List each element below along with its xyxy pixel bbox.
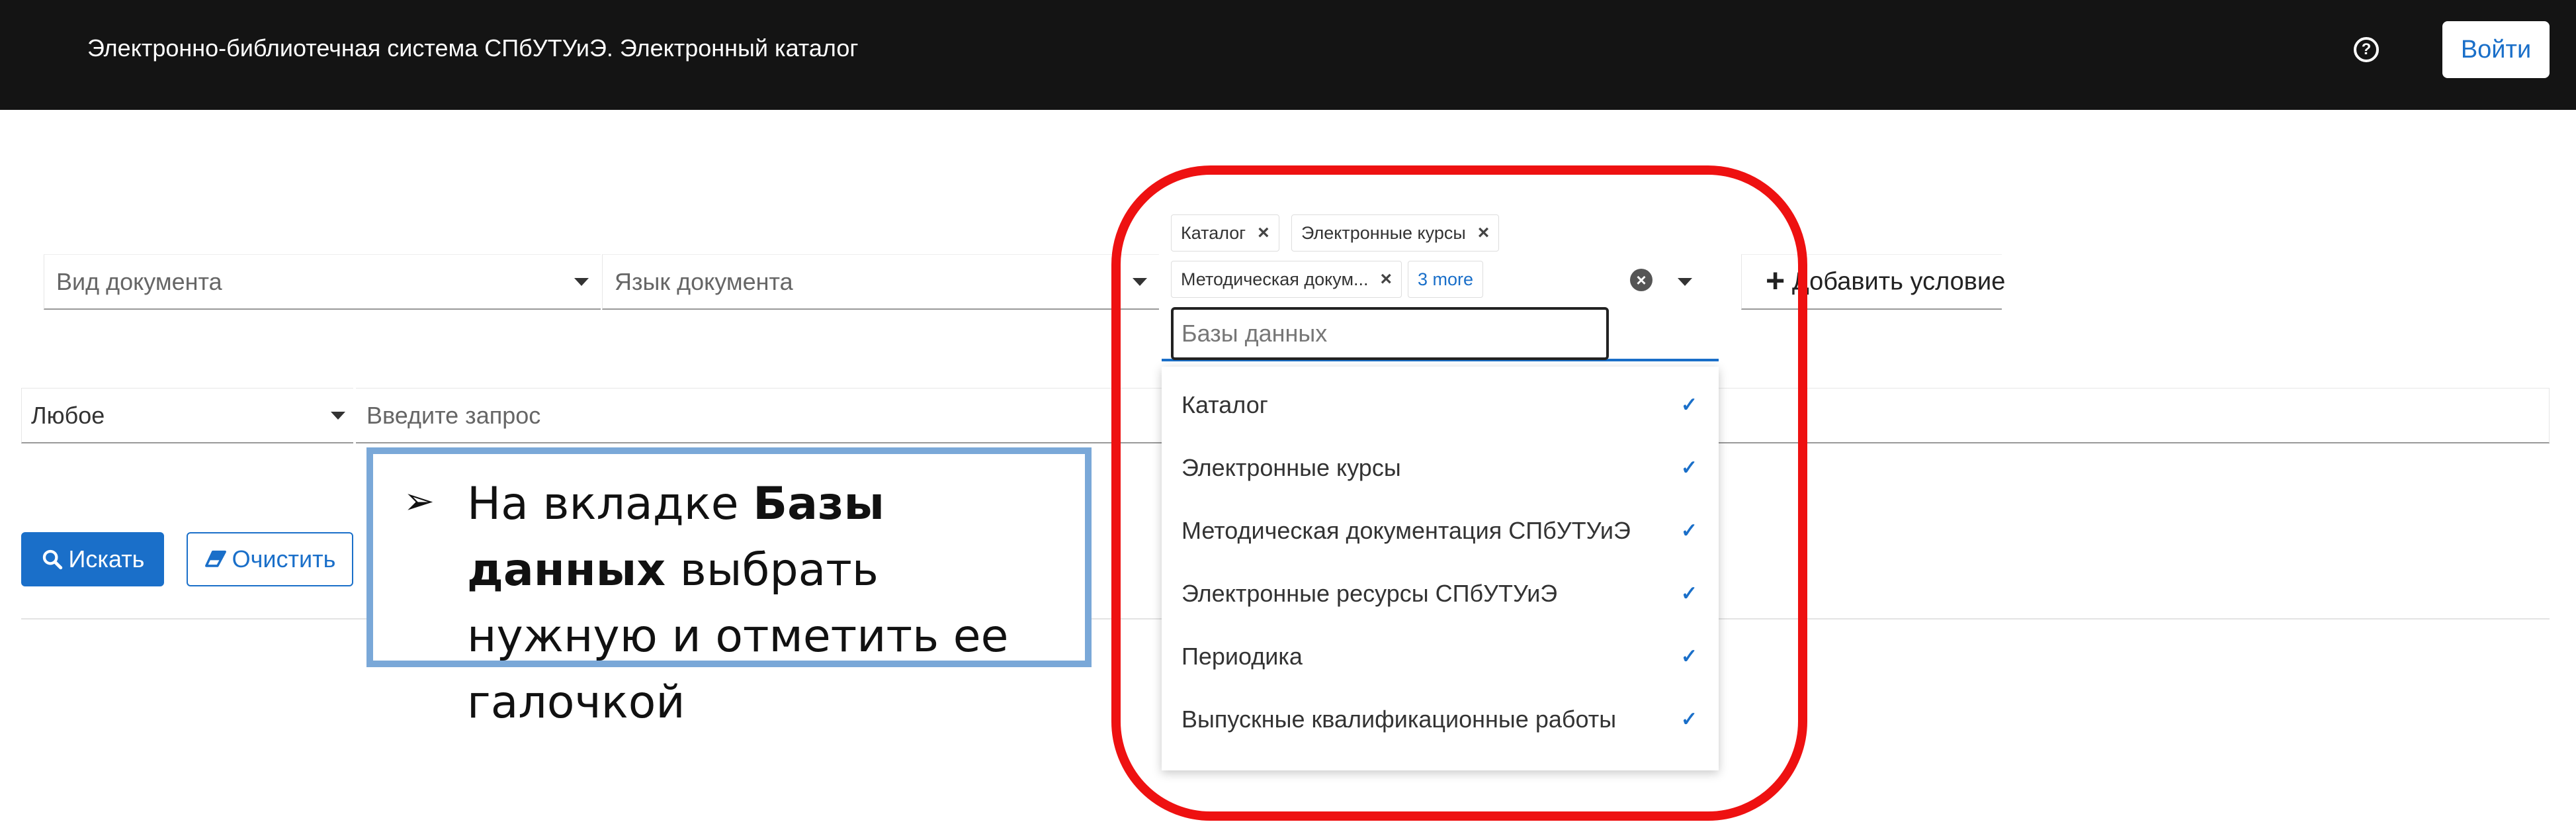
check-icon: ✓ xyxy=(1680,520,1697,541)
option-label: Электронные ресурсы СПбУТУиЭ xyxy=(1181,579,1558,607)
option-methodical-docs[interactable]: Методическая документация СПбУТУиЭ ✓ xyxy=(1162,499,1719,562)
document-language-placeholder: Язык документа xyxy=(615,267,793,295)
option-periodicals[interactable]: Периодика ✓ xyxy=(1162,625,1719,688)
option-label: Периодика xyxy=(1181,642,1303,670)
document-language-select[interactable]: Язык документа xyxy=(602,254,1159,310)
databases-search-input[interactable]: Базы данных xyxy=(1171,307,1609,360)
option-label: Каталог xyxy=(1181,391,1268,418)
more-chips-link[interactable]: 3 more xyxy=(1408,261,1483,298)
caret-down-icon xyxy=(1133,277,1147,286)
databases-dropdown: Каталог ✓ Электронные курсы ✓ Методическ… xyxy=(1162,367,1719,770)
option-catalog[interactable]: Каталог ✓ xyxy=(1162,373,1719,436)
check-icon: ✓ xyxy=(1680,457,1697,479)
option-electronic-courses[interactable]: Электронные курсы ✓ xyxy=(1162,436,1719,499)
plus-icon: + xyxy=(1766,262,1785,299)
search-icon xyxy=(42,549,62,570)
option-electronic-resources[interactable]: Электронные ресурсы СПбУТУиЭ ✓ xyxy=(1162,562,1719,625)
match-mode-value: Любое xyxy=(31,401,105,429)
clear-button-label: Очистить xyxy=(232,545,336,573)
match-mode-select[interactable]: Любое xyxy=(21,388,353,443)
instruction-text: На вкладке Базы данных выбрать нужную и … xyxy=(467,471,1076,736)
option-label: Выпускные квалификационные работы xyxy=(1181,705,1617,733)
check-icon: ✓ xyxy=(1680,708,1697,730)
close-icon[interactable]: × xyxy=(1258,222,1269,244)
check-icon: ✓ xyxy=(1680,582,1697,604)
search-button-label: Искать xyxy=(68,545,145,573)
app-title: Электронно-библиотечная система СПбУТУиЭ… xyxy=(87,34,859,62)
caret-down-icon xyxy=(574,277,589,286)
add-condition-button[interactable]: + Добавить условие xyxy=(1741,254,2006,310)
document-type-placeholder: Вид документа xyxy=(56,267,222,295)
option-label: Методическая документация СПбУТУиЭ xyxy=(1181,516,1631,544)
add-condition-label: Добавить условие xyxy=(1792,267,2006,295)
clear-all-icon[interactable]: × xyxy=(1630,269,1653,291)
databases-placeholder: Базы данных xyxy=(1181,320,1328,347)
check-icon: ✓ xyxy=(1680,645,1697,667)
login-button[interactable]: Войти xyxy=(2442,21,2550,78)
query-placeholder: Введите запрос xyxy=(366,401,541,429)
top-bar: Электронно-библиотечная система СПбУТУиЭ… xyxy=(0,0,2576,110)
caret-down-icon[interactable] xyxy=(1678,278,1692,286)
clear-button[interactable]: Очистить xyxy=(187,532,353,586)
close-icon[interactable]: × xyxy=(1381,268,1393,291)
chip-electronic-courses: Электронные курсы × xyxy=(1291,214,1500,252)
instruction-callout: ➢ На вкладке Базы данных выбрать нужную … xyxy=(366,447,1092,729)
option-label: Электронные курсы xyxy=(1181,453,1401,481)
chip-catalog: Каталог × xyxy=(1171,214,1279,252)
instruction-text-part: На вкладке xyxy=(467,478,753,530)
arrow-bullet-icon: ➢ xyxy=(404,480,435,522)
caret-down-icon xyxy=(331,411,345,420)
chip-label: Электронные курсы xyxy=(1301,222,1466,243)
search-button[interactable]: Искать xyxy=(21,532,164,586)
check-icon: ✓ xyxy=(1680,394,1697,416)
document-type-select[interactable]: Вид документа xyxy=(44,254,601,310)
option-theses[interactable]: Выпускные квалификационные работы ✓ xyxy=(1162,688,1719,751)
close-icon[interactable]: × xyxy=(1478,222,1490,244)
chip-methodical-docs: Методическая докум... × xyxy=(1171,261,1402,298)
chip-label: Каталог xyxy=(1181,222,1246,243)
question-circle-icon[interactable]: ? xyxy=(2354,37,2379,62)
chip-label: Методическая докум... xyxy=(1181,269,1369,289)
eraser-icon xyxy=(204,550,226,567)
databases-select[interactable]: Каталог × Электронные курсы × Методическ… xyxy=(1162,205,1719,361)
